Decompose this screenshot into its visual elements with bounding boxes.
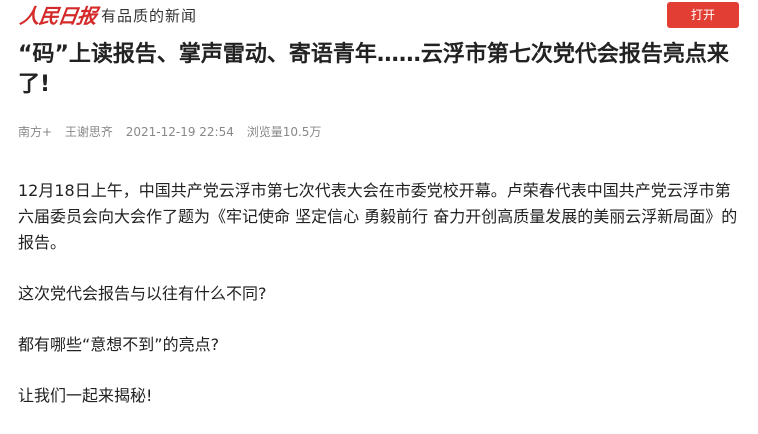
article-paragraph: 都有哪些“意想不到”的亮点?	[18, 335, 220, 354]
top-bar: 人民日报 有品质的新闻 打开	[0, 0, 758, 32]
article-author: 王谢思齐	[64, 125, 113, 139]
article-source[interactable]: 南方+	[18, 125, 52, 139]
article-body: 12月18日上午，中国共产党云浮市第七次代表大会在市委党校开幕。卢荣春代表中国共…	[18, 178, 742, 434]
article-meta: 南方+ 王谢思齐 2021-12-19 22:54 浏览量10.5万	[18, 124, 330, 140]
article-datetime: 2021-12-19 22:54	[125, 125, 234, 139]
article-views: 浏览量10.5万	[246, 125, 322, 139]
brand-logo: 人民日报	[18, 4, 98, 28]
article-title: “码”上读报告、掌声雷动、寄语青年……云浮市第七次党代会报告亮点来了!	[18, 42, 729, 97]
article-paragraph: 让我们一起来揭秘!	[18, 386, 153, 405]
open-app-button[interactable]: 打开	[667, 2, 739, 28]
article-paragraph: 12月18日上午，中国共产党云浮市第七次代表大会在市委党校开幕。卢荣春代表中国共…	[18, 181, 738, 252]
article-paragraph: 这次党代会报告与以往有什么不同?	[18, 284, 267, 303]
brand-slogan: 有品质的新闻	[101, 7, 198, 25]
